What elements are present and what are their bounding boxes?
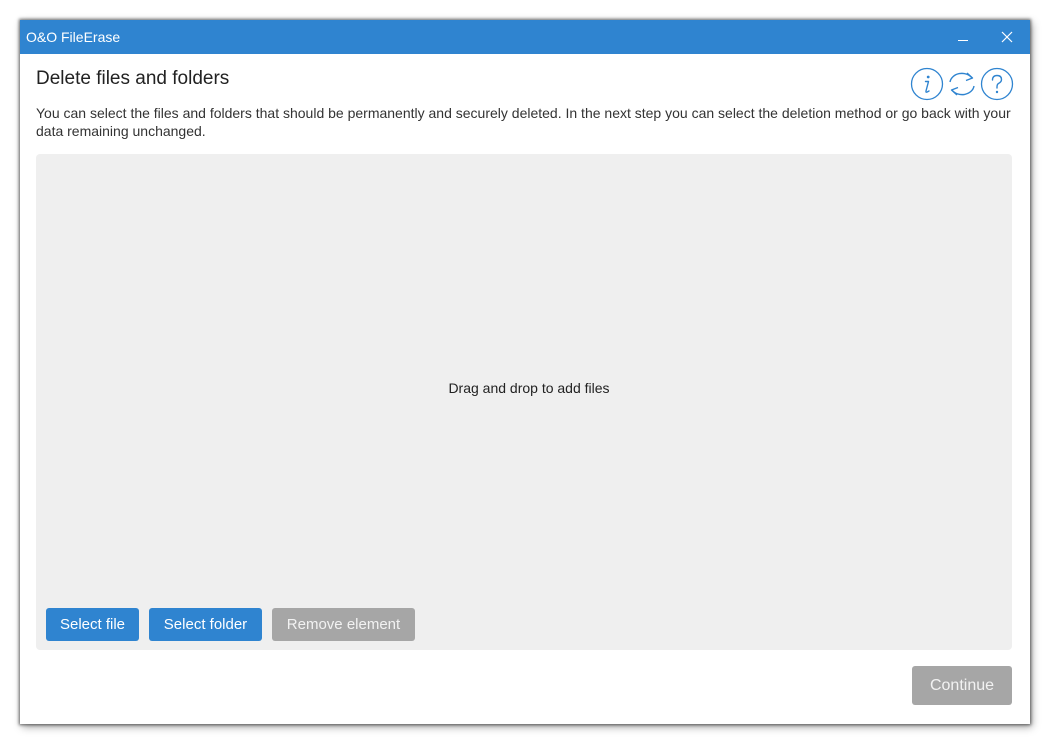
drop-hint: Drag and drop to add files: [448, 380, 610, 396]
help-icon: [980, 67, 1014, 101]
info-icon: [910, 67, 944, 101]
info-button[interactable]: [910, 67, 944, 101]
select-file-button[interactable]: Select file: [46, 608, 139, 641]
header-toolbar: [910, 67, 1014, 101]
select-folder-button[interactable]: Select folder: [149, 608, 262, 641]
page-title: Delete files and folders: [36, 68, 230, 89]
file-drop-zone[interactable]: Drag and drop to add files Select file S…: [36, 154, 1012, 650]
page-description: You can select the files and folders tha…: [36, 105, 1011, 139]
refresh-icon: [949, 72, 975, 96]
remove-element-button[interactable]: Remove element: [272, 608, 415, 641]
minimize-icon: [958, 40, 968, 41]
help-button[interactable]: [980, 67, 1014, 101]
app-window: O&O FileErase Delete files and folders Y…: [20, 20, 1030, 724]
window-title: O&O FileErase: [26, 29, 121, 45]
close-icon: [1001, 31, 1013, 43]
title-bar[interactable]: O&O FileErase: [20, 20, 1030, 54]
refresh-button[interactable]: [945, 67, 979, 101]
minimize-button[interactable]: [940, 20, 986, 54]
close-button[interactable]: [984, 20, 1030, 54]
continue-button[interactable]: Continue: [912, 666, 1012, 705]
